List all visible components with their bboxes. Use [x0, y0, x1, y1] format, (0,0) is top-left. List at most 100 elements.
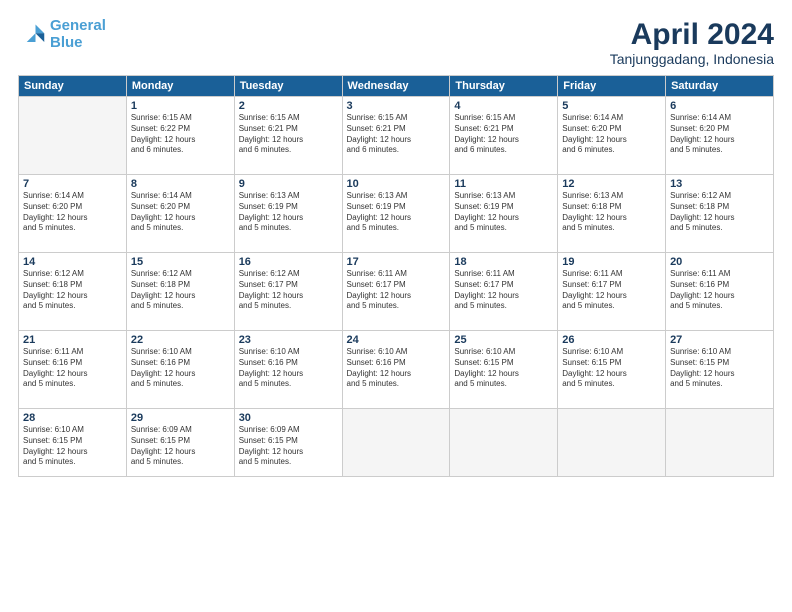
calendar-cell [666, 409, 774, 477]
day-info: Sunrise: 6:11 AM Sunset: 6:17 PM Dayligh… [454, 269, 553, 312]
page: General Blue April 2024 Tanjunggadang, I… [0, 0, 792, 612]
header: General Blue April 2024 Tanjunggadang, I… [18, 18, 774, 67]
calendar-cell: 30Sunrise: 6:09 AM Sunset: 6:15 PM Dayli… [234, 409, 342, 477]
calendar-cell: 16Sunrise: 6:12 AM Sunset: 6:17 PM Dayli… [234, 253, 342, 331]
day-info: Sunrise: 6:09 AM Sunset: 6:15 PM Dayligh… [239, 425, 338, 468]
calendar-cell: 20Sunrise: 6:11 AM Sunset: 6:16 PM Dayli… [666, 253, 774, 331]
day-info: Sunrise: 6:10 AM Sunset: 6:16 PM Dayligh… [131, 347, 230, 390]
day-info: Sunrise: 6:14 AM Sunset: 6:20 PM Dayligh… [670, 113, 769, 156]
location: Tanjunggadang, Indonesia [610, 51, 774, 67]
logo-icon [18, 21, 46, 49]
calendar-cell: 8Sunrise: 6:14 AM Sunset: 6:20 PM Daylig… [126, 175, 234, 253]
day-info: Sunrise: 6:14 AM Sunset: 6:20 PM Dayligh… [562, 113, 661, 156]
day-number: 30 [239, 412, 338, 424]
day-number: 24 [347, 334, 446, 346]
header-row: Sunday Monday Tuesday Wednesday Thursday… [19, 76, 774, 97]
day-number: 19 [562, 256, 661, 268]
day-number: 11 [454, 178, 553, 190]
calendar-cell: 25Sunrise: 6:10 AM Sunset: 6:15 PM Dayli… [450, 331, 558, 409]
day-number: 21 [23, 334, 122, 346]
logo-line1: General [50, 17, 106, 34]
day-info: Sunrise: 6:13 AM Sunset: 6:19 PM Dayligh… [239, 191, 338, 234]
col-wednesday: Wednesday [342, 76, 450, 97]
day-info: Sunrise: 6:11 AM Sunset: 6:16 PM Dayligh… [670, 269, 769, 312]
calendar-cell: 2Sunrise: 6:15 AM Sunset: 6:21 PM Daylig… [234, 97, 342, 175]
day-info: Sunrise: 6:14 AM Sunset: 6:20 PM Dayligh… [23, 191, 122, 234]
day-number: 10 [347, 178, 446, 190]
calendar-cell [342, 409, 450, 477]
calendar-week-2: 14Sunrise: 6:12 AM Sunset: 6:18 PM Dayli… [19, 253, 774, 331]
calendar-week-1: 7Sunrise: 6:14 AM Sunset: 6:20 PM Daylig… [19, 175, 774, 253]
day-number: 7 [23, 178, 122, 190]
calendar-cell: 6Sunrise: 6:14 AM Sunset: 6:20 PM Daylig… [666, 97, 774, 175]
title-block: April 2024 Tanjunggadang, Indonesia [610, 18, 774, 67]
day-number: 29 [131, 412, 230, 424]
col-monday: Monday [126, 76, 234, 97]
calendar-week-4: 28Sunrise: 6:10 AM Sunset: 6:15 PM Dayli… [19, 409, 774, 477]
calendar-cell: 28Sunrise: 6:10 AM Sunset: 6:15 PM Dayli… [19, 409, 127, 477]
day-info: Sunrise: 6:12 AM Sunset: 6:18 PM Dayligh… [23, 269, 122, 312]
day-info: Sunrise: 6:11 AM Sunset: 6:16 PM Dayligh… [23, 347, 122, 390]
calendar-cell: 12Sunrise: 6:13 AM Sunset: 6:18 PM Dayli… [558, 175, 666, 253]
day-info: Sunrise: 6:10 AM Sunset: 6:15 PM Dayligh… [23, 425, 122, 468]
day-number: 15 [131, 256, 230, 268]
day-info: Sunrise: 6:13 AM Sunset: 6:19 PM Dayligh… [347, 191, 446, 234]
day-info: Sunrise: 6:14 AM Sunset: 6:20 PM Dayligh… [131, 191, 230, 234]
calendar-cell: 3Sunrise: 6:15 AM Sunset: 6:21 PM Daylig… [342, 97, 450, 175]
calendar-cell: 18Sunrise: 6:11 AM Sunset: 6:17 PM Dayli… [450, 253, 558, 331]
day-info: Sunrise: 6:10 AM Sunset: 6:15 PM Dayligh… [454, 347, 553, 390]
day-info: Sunrise: 6:12 AM Sunset: 6:18 PM Dayligh… [670, 191, 769, 234]
day-info: Sunrise: 6:10 AM Sunset: 6:15 PM Dayligh… [670, 347, 769, 390]
calendar-cell: 17Sunrise: 6:11 AM Sunset: 6:17 PM Dayli… [342, 253, 450, 331]
day-info: Sunrise: 6:11 AM Sunset: 6:17 PM Dayligh… [562, 269, 661, 312]
day-number: 13 [670, 178, 769, 190]
logo-line2: Blue [50, 34, 83, 51]
day-number: 17 [347, 256, 446, 268]
calendar-cell: 14Sunrise: 6:12 AM Sunset: 6:18 PM Dayli… [19, 253, 127, 331]
calendar-cell: 13Sunrise: 6:12 AM Sunset: 6:18 PM Dayli… [666, 175, 774, 253]
day-number: 16 [239, 256, 338, 268]
day-info: Sunrise: 6:12 AM Sunset: 6:17 PM Dayligh… [239, 269, 338, 312]
col-saturday: Saturday [666, 76, 774, 97]
col-thursday: Thursday [450, 76, 558, 97]
calendar-cell: 1Sunrise: 6:15 AM Sunset: 6:22 PM Daylig… [126, 97, 234, 175]
day-info: Sunrise: 6:10 AM Sunset: 6:16 PM Dayligh… [239, 347, 338, 390]
day-info: Sunrise: 6:10 AM Sunset: 6:15 PM Dayligh… [562, 347, 661, 390]
calendar-cell: 4Sunrise: 6:15 AM Sunset: 6:21 PM Daylig… [450, 97, 558, 175]
calendar-cell [19, 97, 127, 175]
day-info: Sunrise: 6:15 AM Sunset: 6:21 PM Dayligh… [239, 113, 338, 156]
calendar-week-3: 21Sunrise: 6:11 AM Sunset: 6:16 PM Dayli… [19, 331, 774, 409]
month-year: April 2024 [610, 18, 774, 51]
calendar-cell: 10Sunrise: 6:13 AM Sunset: 6:19 PM Dayli… [342, 175, 450, 253]
calendar-cell: 15Sunrise: 6:12 AM Sunset: 6:18 PM Dayli… [126, 253, 234, 331]
calendar-table: Sunday Monday Tuesday Wednesday Thursday… [18, 75, 774, 477]
col-sunday: Sunday [19, 76, 127, 97]
day-number: 14 [23, 256, 122, 268]
day-info: Sunrise: 6:15 AM Sunset: 6:21 PM Dayligh… [347, 113, 446, 156]
calendar-cell: 19Sunrise: 6:11 AM Sunset: 6:17 PM Dayli… [558, 253, 666, 331]
day-info: Sunrise: 6:12 AM Sunset: 6:18 PM Dayligh… [131, 269, 230, 312]
day-number: 20 [670, 256, 769, 268]
calendar-week-0: 1Sunrise: 6:15 AM Sunset: 6:22 PM Daylig… [19, 97, 774, 175]
day-number: 26 [562, 334, 661, 346]
day-number: 23 [239, 334, 338, 346]
calendar-cell: 27Sunrise: 6:10 AM Sunset: 6:15 PM Dayli… [666, 331, 774, 409]
col-tuesday: Tuesday [234, 76, 342, 97]
calendar-cell: 29Sunrise: 6:09 AM Sunset: 6:15 PM Dayli… [126, 409, 234, 477]
day-number: 2 [239, 100, 338, 112]
day-info: Sunrise: 6:11 AM Sunset: 6:17 PM Dayligh… [347, 269, 446, 312]
logo-text: General Blue [50, 18, 106, 51]
calendar-cell: 5Sunrise: 6:14 AM Sunset: 6:20 PM Daylig… [558, 97, 666, 175]
calendar-cell: 11Sunrise: 6:13 AM Sunset: 6:19 PM Dayli… [450, 175, 558, 253]
day-number: 18 [454, 256, 553, 268]
day-number: 5 [562, 100, 661, 112]
calendar-cell: 7Sunrise: 6:14 AM Sunset: 6:20 PM Daylig… [19, 175, 127, 253]
day-number: 6 [670, 100, 769, 112]
day-number: 8 [131, 178, 230, 190]
day-info: Sunrise: 6:10 AM Sunset: 6:16 PM Dayligh… [347, 347, 446, 390]
calendar-cell: 24Sunrise: 6:10 AM Sunset: 6:16 PM Dayli… [342, 331, 450, 409]
day-info: Sunrise: 6:15 AM Sunset: 6:21 PM Dayligh… [454, 113, 553, 156]
calendar-cell: 9Sunrise: 6:13 AM Sunset: 6:19 PM Daylig… [234, 175, 342, 253]
day-info: Sunrise: 6:13 AM Sunset: 6:18 PM Dayligh… [562, 191, 661, 234]
day-info: Sunrise: 6:13 AM Sunset: 6:19 PM Dayligh… [454, 191, 553, 234]
